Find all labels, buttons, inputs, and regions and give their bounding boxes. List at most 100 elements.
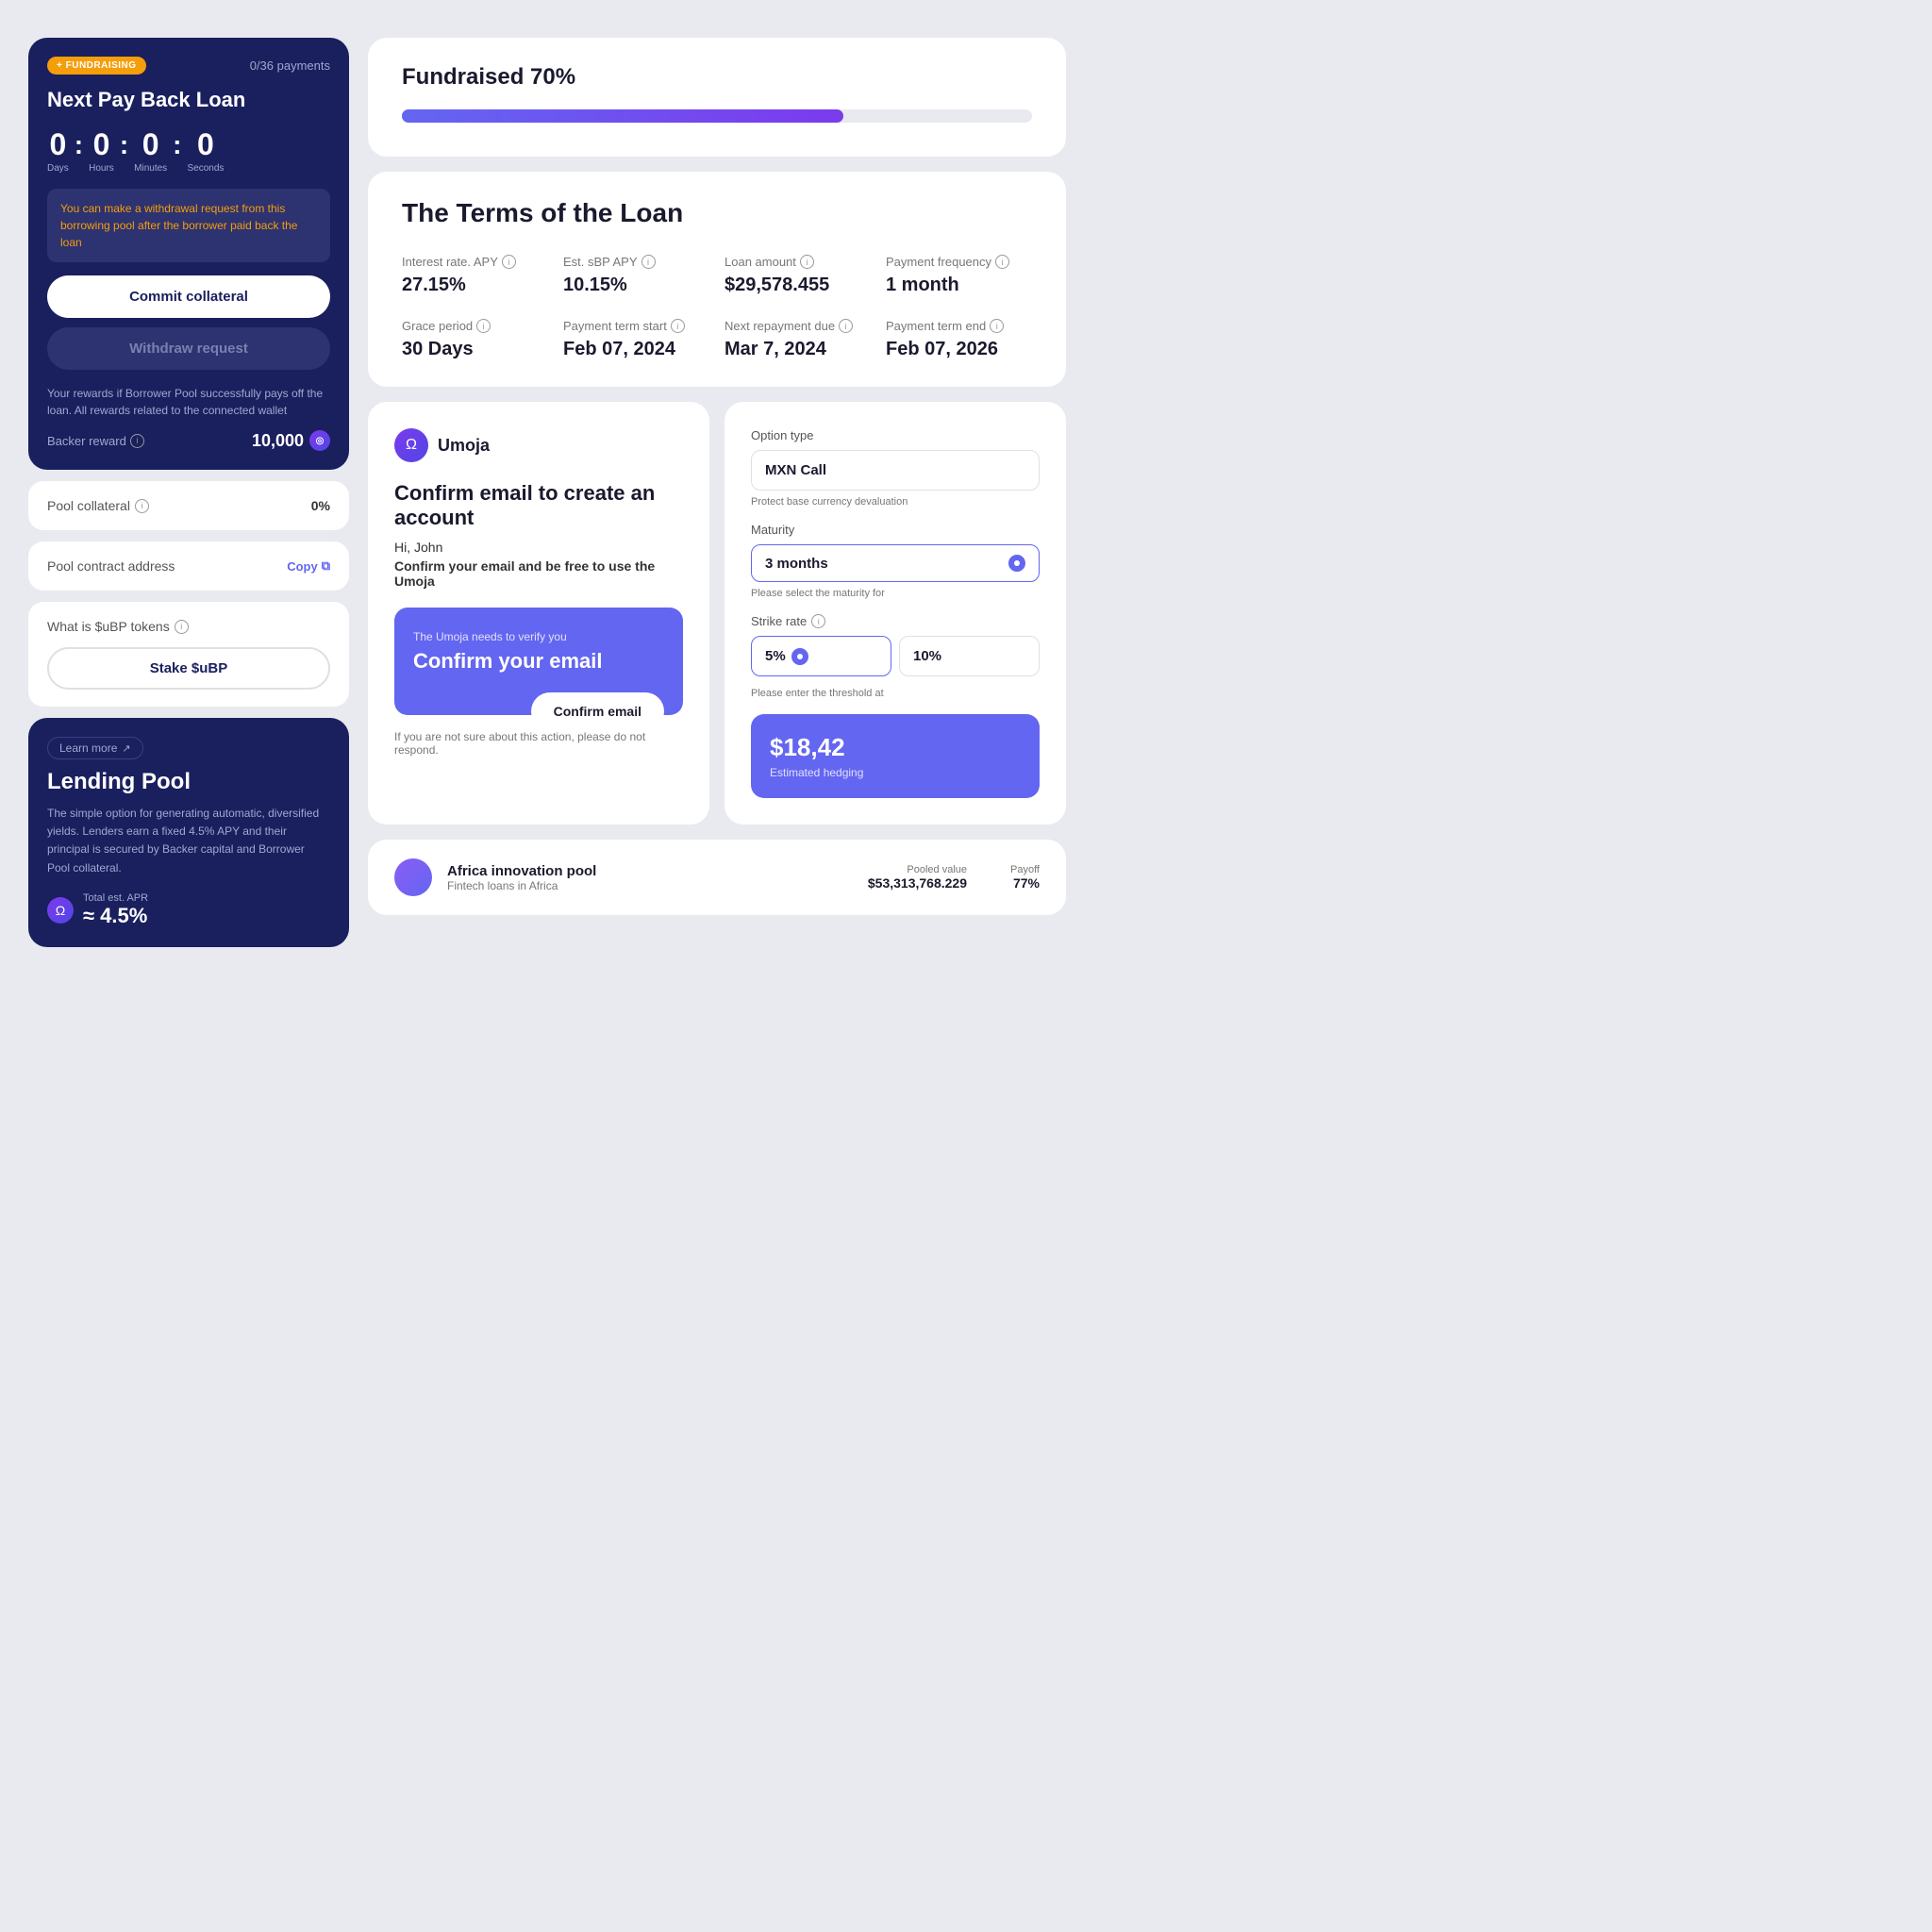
strike-val-1: 5% [765, 648, 786, 664]
africa-pool-row: Africa innovation pool Fintech loans in … [368, 840, 1066, 915]
backer-reward-row: Backer reward i 10,000 ◎ [47, 430, 330, 451]
progress-bar-bg [402, 109, 1032, 123]
warning-box: You can make a withdrawal request from t… [47, 189, 330, 262]
copy-icon: ⧉ [322, 558, 330, 574]
right-column: Fundraised 70% The Terms of the Loan Int… [368, 38, 1066, 947]
seconds-label: Seconds [187, 163, 224, 174]
strike-row: 5% [751, 636, 1040, 682]
email-confirm-card: Ω Umoja Confirm email to create an accou… [368, 402, 709, 824]
days-counter: 0 Days [47, 129, 69, 174]
strike-radio-1 [791, 648, 808, 665]
terms-title: The Terms of the Loan [402, 198, 1032, 228]
maturity-value: 3 months [765, 556, 1003, 572]
terms-loan-amount-label: Loan amount i [724, 255, 871, 269]
pool-collateral-info-icon[interactable]: i [135, 499, 149, 513]
interest-rate-info-icon[interactable]: i [502, 255, 516, 269]
terms-grace-period-value: 30 Days [402, 339, 548, 360]
lending-pool-desc: The simple option for generating automat… [47, 805, 330, 877]
terms-est-sbp-value: 10.15% [563, 275, 709, 296]
email-greeting: Hi, John [394, 540, 683, 555]
pool-collateral-label: Pool collateral i [47, 498, 149, 513]
maturity-label: Maturity [751, 523, 1040, 537]
card-header: + FUNDRAISING 0/36 payments [47, 57, 330, 75]
option-type-label: Option type [751, 428, 1040, 442]
terms-next-repayment: Next repayment due i Mar 7, 2024 [724, 319, 871, 360]
sep3: : [173, 130, 181, 160]
lending-pool-card: Learn more ↗ Lending Pool The simple opt… [28, 718, 349, 947]
estimated-label: Estimated hedging [770, 766, 1021, 779]
pool-collateral-row: Pool collateral i 0% [47, 498, 330, 513]
backer-reward-value: 10,000 ◎ [252, 430, 330, 451]
email-footer: If you are not sure about this action, p… [394, 730, 683, 757]
email-sub-text: Confirm your email and be free to use th… [394, 558, 683, 589]
pool-collateral-value: 0% [311, 498, 330, 513]
grace-period-info-icon[interactable]: i [476, 319, 491, 333]
withdraw-request-button[interactable]: Withdraw request [47, 327, 330, 370]
token-icon: ◎ [309, 430, 330, 451]
subp-info-icon[interactable]: i [175, 620, 189, 634]
confirm-email-button[interactable]: Confirm email [531, 692, 664, 730]
africa-pool-name: Africa innovation pool [447, 863, 853, 879]
copy-button[interactable]: Copy ⧉ [287, 558, 330, 574]
subp-label: What is $uBP tokens i [47, 619, 330, 634]
payment-end-info-icon[interactable]: i [990, 319, 1004, 333]
terms-interest-rate-label: Interest rate. APY i [402, 255, 548, 269]
progress-bar-fill [402, 109, 843, 123]
countdown-row: 0 Days : 0 Hours : 0 Minutes : 0 Seconds [47, 129, 330, 174]
terms-est-sbp: Est. sBP APY i 10.15% [563, 255, 709, 296]
estimated-value: $18,42 [770, 733, 1021, 762]
strike-info-icon[interactable]: i [811, 614, 825, 628]
next-repayment-info-icon[interactable]: i [839, 319, 853, 333]
days-label: Days [47, 163, 69, 174]
left-column: + FUNDRAISING 0/36 payments Next Pay Bac… [28, 38, 349, 947]
seconds-counter: 0 Seconds [187, 129, 224, 174]
fundraised-title: Fundraised 70% [402, 64, 1032, 91]
option-card: Option type Protect base currency devalu… [724, 402, 1066, 824]
backer-reward-label: Backer reward i [47, 434, 144, 448]
payment-start-info-icon[interactable]: i [671, 319, 685, 333]
terms-loan-amount-value: $29,578.455 [724, 275, 871, 296]
loan-card: + FUNDRAISING 0/36 payments Next Pay Bac… [28, 38, 349, 470]
stake-button[interactable]: Stake $uBP [47, 647, 330, 690]
terms-interest-rate: Interest rate. APY i 27.15% [402, 255, 548, 296]
confirm-email-box: The Umoja needs to verify you Confirm yo… [394, 608, 683, 715]
terms-payment-start-label: Payment term start i [563, 319, 709, 333]
payment-freq-info-icon[interactable]: i [995, 255, 1009, 269]
est-sbp-info-icon[interactable]: i [641, 255, 656, 269]
terms-payment-end: Payment term end i Feb 07, 2026 [886, 319, 1032, 360]
lending-pool-title: Lending Pool [47, 769, 330, 795]
hours-counter: 0 Hours [89, 129, 114, 174]
confirm-box-title: Confirm your email [413, 649, 664, 674]
seconds-value: 0 [197, 129, 214, 159]
africa-payoff-label: Payoff [1010, 864, 1040, 875]
pool-collateral-card: Pool collateral i 0% [28, 481, 349, 530]
terms-grace-period-label: Grace period i [402, 319, 548, 333]
warning-text: You can make a withdrawal request from t… [60, 200, 317, 251]
commit-collateral-button[interactable]: Commit collateral [47, 275, 330, 318]
maturity-row[interactable]: 3 months [751, 544, 1040, 582]
maturity-hint: Please select the maturity for [751, 588, 1040, 599]
terms-grace-period: Grace period i 30 Days [402, 319, 548, 360]
loan-amount-info-icon[interactable]: i [800, 255, 814, 269]
learn-more-button[interactable]: Learn more ↗ [47, 737, 143, 759]
terms-next-repayment-label: Next repayment due i [724, 319, 871, 333]
external-link-icon: ↗ [122, 742, 130, 755]
terms-payment-end-value: Feb 07, 2026 [886, 339, 1032, 360]
africa-pooled-label: Pooled value [868, 864, 967, 875]
payments-label: 0/36 payments [250, 58, 330, 73]
terms-payment-end-label: Payment term end i [886, 319, 1032, 333]
backer-reward-info-icon[interactable]: i [130, 434, 144, 448]
terms-loan-amount: Loan amount i $29,578.455 [724, 255, 871, 296]
strike-input-2[interactable] [899, 636, 1040, 676]
africa-pool-icon [394, 858, 432, 896]
option-type-input[interactable] [751, 450, 1040, 491]
apr-value: ≈ 4.5% [83, 904, 148, 928]
total-apr-label: Total est. APR [83, 892, 148, 904]
subp-card: What is $uBP tokens i Stake $uBP [28, 602, 349, 707]
strike-input-1[interactable]: 5% [751, 636, 891, 676]
minutes-counter: 0 Minutes [134, 129, 167, 174]
days-value: 0 [50, 129, 67, 159]
fundraising-badge: + FUNDRAISING [47, 57, 146, 75]
pool-contract-label: Pool contract address [47, 558, 175, 574]
hours-label: Hours [89, 163, 114, 174]
